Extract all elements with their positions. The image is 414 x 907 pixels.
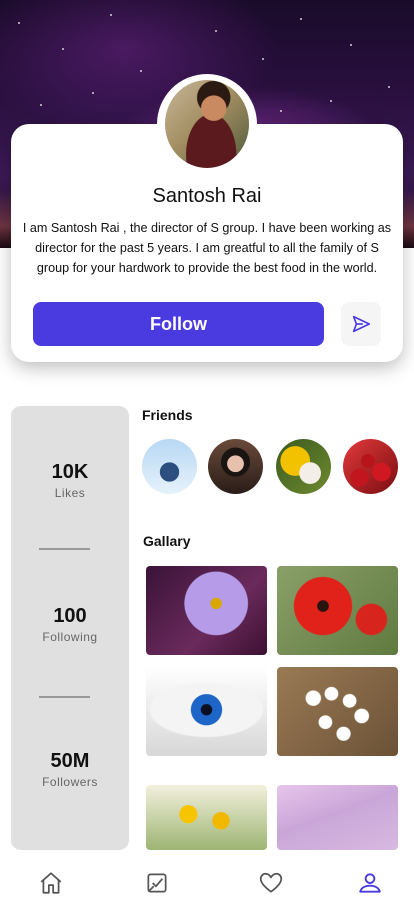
stat-value: 100 <box>53 605 87 627</box>
gallery-image[interactable] <box>277 566 398 655</box>
stat-label: Likes <box>54 486 86 500</box>
stat-label: Followers <box>42 775 98 789</box>
tasks-icon <box>147 873 167 893</box>
stat-following[interactable]: 100 Following <box>11 605 129 644</box>
stat-label: Following <box>42 630 98 644</box>
gallery-image[interactable] <box>146 566 267 655</box>
gallery-image[interactable] <box>146 785 267 850</box>
follow-button[interactable]: Follow <box>33 302 324 346</box>
stat-value: 50M <box>50 750 90 772</box>
friend-avatar[interactable] <box>343 439 398 494</box>
friend-avatar[interactable] <box>276 439 331 494</box>
friends-title: Friends <box>142 407 193 423</box>
profile-name: Santosh Rai <box>152 185 262 207</box>
gallery-image[interactable] <box>146 667 267 756</box>
gallery-title: Gallary <box>143 533 191 549</box>
profile-bio: I am Santosh Rai , the director of S gro… <box>22 221 392 275</box>
stats-panel: 10K Likes 100 Following 50M Followers <box>11 406 129 850</box>
heart-icon <box>259 872 283 893</box>
stat-value: 10K <box>51 461 89 483</box>
friend-avatar[interactable] <box>142 439 197 494</box>
divider <box>39 696 90 698</box>
gallery-image[interactable] <box>277 785 398 850</box>
send-message-button[interactable] <box>341 302 381 346</box>
tab-profile[interactable] <box>357 870 383 896</box>
stat-followers[interactable]: 50M Followers <box>11 750 129 789</box>
stat-likes[interactable]: 10K Likes <box>11 461 129 500</box>
friend-avatar[interactable] <box>208 439 263 494</box>
profile-avatar[interactable] <box>157 74 257 174</box>
gallery-image[interactable] <box>277 667 398 756</box>
profile-icon <box>359 873 381 893</box>
divider <box>39 548 90 550</box>
send-icon <box>352 315 371 333</box>
tab-home[interactable] <box>38 870 64 896</box>
avatar <box>165 80 249 168</box>
bottom-tab-bar <box>0 858 414 907</box>
tab-tasks[interactable] <box>144 870 170 896</box>
home-icon <box>40 872 62 894</box>
tab-favorites[interactable] <box>258 870 284 896</box>
